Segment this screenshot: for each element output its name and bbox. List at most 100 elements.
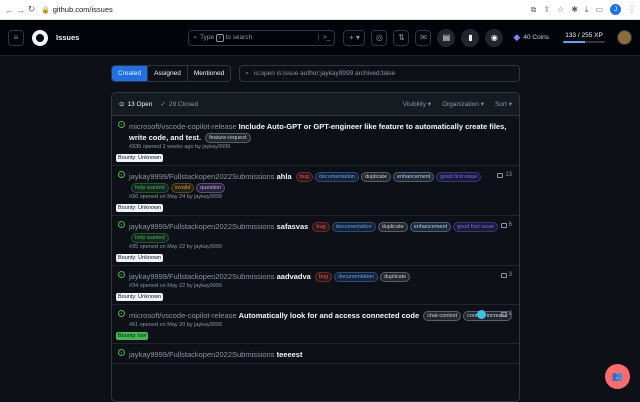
issue-search-query[interactable]: is:open is:issue author:jaykay9999 archi… [254,70,395,77]
extensions-icon[interactable]: ✱ [571,5,578,14]
browser-toolbar: ← → ↻ 🔒 github.com/issues ⧉ ⇪ ☆ ✱ ⤓ ▭ J … [0,0,640,20]
bounty-badge: Bounty: Unknown [116,254,164,263]
bounty-badge: Bounty: low [116,332,149,341]
comment-count[interactable]: 3 [500,311,512,317]
coins-label: 40 Coins [523,34,549,41]
issue-label[interactable]: help wanted [131,183,169,194]
issue-label[interactable]: chat-context [423,311,462,322]
issue-repo[interactable]: jaykay9999/Fullstackopen2022Submissions [129,272,275,281]
issue-label[interactable]: good first issue [453,222,499,233]
star-icon[interactable]: ☆ [557,5,564,14]
bounty-badge: Bounty: Unknown [116,293,164,302]
github-logo-icon[interactable] [32,29,48,46]
issue-filter-tabs: Created Assigned Mentioned [111,65,232,82]
issue-row[interactable]: microsoft/vscode-copilot-release Automat… [112,305,519,345]
issue-title[interactable]: ahla [277,172,292,181]
issue-row[interactable]: jaykay9999/Fullstackopen2022Submissions … [112,266,519,306]
issue-row[interactable]: jaykay9999/Fullstackopen2022Submissions … [112,344,519,365]
issue-row[interactable]: microsoft/vscode-copilot-release Include… [112,116,519,167]
issue-label[interactable]: good first issue [436,172,482,183]
comment-icon [500,311,507,317]
xp-bar-fill [563,41,585,43]
issue-title[interactable]: Automatically look for and access connec… [239,311,419,320]
issue-repo[interactable]: jaykay9999/Fullstackopen2022Submissions [129,172,275,181]
issue-repo[interactable]: microsoft/vscode-copilot-release [129,122,237,131]
issue-label[interactable]: duplicate [361,172,392,183]
comment-icon [497,172,504,178]
page-context-title[interactable]: Issues [56,33,79,42]
issue-repo[interactable]: jaykay9999/Fullstackopen2022Submissions [129,350,275,359]
issue-label[interactable]: duplicate [380,272,411,283]
xp-label: 133 / 255 XP [565,32,603,39]
visibility-dropdown[interactable]: Visibility ▾ [403,100,431,108]
comment-count[interactable]: 3 [500,272,512,278]
issue-title[interactable]: aadvadva [277,272,311,281]
tab-assigned[interactable]: Assigned [148,66,188,81]
tab-mentioned[interactable]: Mentioned [188,66,230,81]
issue-label[interactable]: feature-request [205,133,251,144]
issue-label[interactable]: bug [312,222,330,233]
issue-repo[interactable]: jaykay9999/Fullstackopen2022Submissions [129,222,275,231]
forward-icon[interactable]: → [15,5,26,15]
open-issue-icon [118,171,125,179]
search-input[interactable]: ⌕ Type / to search >_ [188,29,336,46]
issue-list: microsoft/vscode-copilot-release Include… [112,116,519,365]
user-avatar[interactable] [617,30,632,45]
issue-label[interactable]: invalid [170,183,195,194]
open-issues-filter[interactable]: ⊙ 13 Open [119,100,152,109]
address-bar[interactable]: 🔒 github.com/issues [41,5,113,14]
menu-icon[interactable]: ⋮ [628,5,636,14]
issues-panel: ⊙ 13 Open ✓ 29 Closed Visibility ▾ Organiz… [111,92,520,402]
hamburger-icon[interactable]: ≡ [8,29,24,46]
comment-icon [500,222,507,228]
issue-title[interactable]: teeeest [277,350,303,359]
issue-label[interactable]: documentation [334,272,379,283]
comment-count[interactable]: 13 [497,172,512,178]
command-palette-icon[interactable]: >_ [318,34,330,41]
open-issue-icon [118,121,125,128]
issue-label[interactable]: duplicate [377,222,408,233]
issue-search-input[interactable]: ⌕ is:open is:issue author:jaykay9999 arc… [239,65,520,82]
issue-row[interactable]: jaykay9999/Fullstackopen2022Submissions … [112,216,519,267]
coins-counter: ◆ 40 Coins [513,32,549,43]
comment-count[interactable]: 6 [500,222,512,228]
create-new-button[interactable]: + ▾ [343,29,366,46]
issue-row[interactable]: jaykay9999/Fullstackopen2022Submissions … [112,166,519,217]
profile-avatar[interactable]: J [610,4,621,15]
issues-panel-header: ⊙ 13 Open ✓ 29 Closed Visibility ▾ Organiz… [112,93,519,116]
closed-issues-filter[interactable]: ✓ 29 Closed [160,100,198,109]
filter-bar: Created Assigned Mentioned ⌕ is:open is:… [111,65,520,82]
back-icon[interactable]: ← [4,5,15,15]
open-issue-icon [118,271,125,279]
search-placeholder: Type / to search [200,34,253,42]
inbox-icon[interactable]: ✉ [415,29,432,46]
issue-label[interactable]: bug [314,272,333,283]
store-icon[interactable]: ▤ [437,28,456,47]
issue-label[interactable]: documentation [314,172,359,183]
issue-repo[interactable]: microsoft/vscode-copilot-release [129,311,237,320]
issue-title[interactable]: safasvas [277,222,309,231]
share-icon[interactable]: ⇪ [543,5,550,14]
issue-label[interactable]: enhancement [409,222,452,233]
tab-search-icon[interactable]: ▭ [595,5,603,14]
stats-icon[interactable]: ▮ [461,28,480,47]
issue-label[interactable]: documentation [331,222,376,233]
url-text[interactable]: github.com/issues [53,5,113,14]
pull-requests-icon[interactable]: ⇅ [393,29,410,46]
issue-label[interactable]: help wanted [131,233,169,244]
floating-action-button[interactable]: 👥 [605,364,630,389]
organization-dropdown[interactable]: Organization ▾ [442,100,484,108]
search-icon: ⌕ [193,33,198,41]
sort-dropdown[interactable]: Sort ▾ [495,100,512,108]
issue-label[interactable]: question [196,183,226,194]
user-icon[interactable]: ◉ [485,28,504,47]
issue-label[interactable]: enhancement [393,172,435,183]
reload-icon[interactable]: ↻ [26,4,37,15]
issue-label[interactable]: bug [295,172,313,183]
download-icon[interactable]: ⤓ [585,5,589,15]
bounty-badge: Bounty: Unknown [116,154,164,163]
tab-created[interactable]: Created [112,66,149,81]
issues-icon[interactable]: ◎ [371,29,388,46]
people-icon: 👥 [611,371,624,381]
screenshot-icon[interactable]: ⧉ [531,5,537,15]
